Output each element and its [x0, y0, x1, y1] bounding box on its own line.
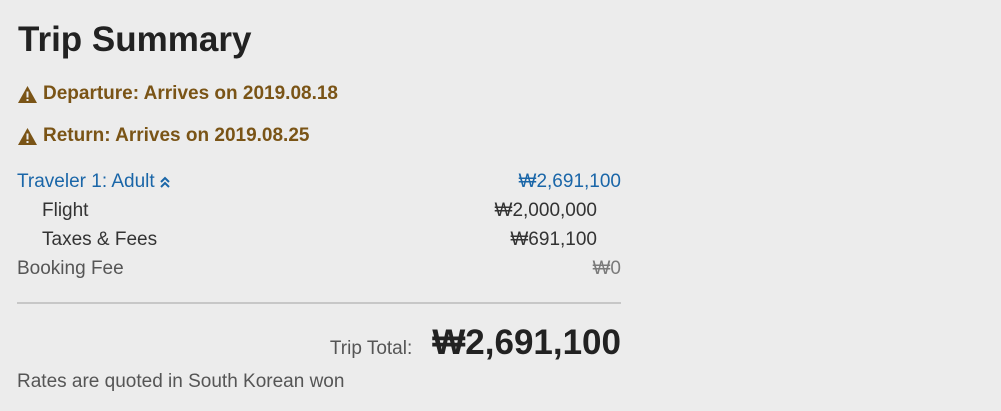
chevron-double-up-icon[interactable] [159, 175, 171, 189]
line-item-amount: ₩2,000,000 [494, 200, 597, 221]
booking-fee-label: Booking Fee [17, 258, 124, 279]
booking-fee-row: Booking Fee ₩0 [17, 257, 621, 281]
departure-notice: Departure: Arrives on 2019.08.18 [17, 82, 338, 106]
traveler-row[interactable]: Traveler 1: Adult ₩2,691,100 [17, 170, 621, 194]
departure-notice-text: Departure: Arrives on 2019.08.18 [43, 83, 339, 104]
return-notice: Return: Arrives on 2019.08.25 [17, 124, 309, 148]
return-notice-text: Return: Arrives on 2019.08.25 [43, 125, 310, 146]
traveler-label: Traveler 1: Adult [17, 171, 155, 192]
traveler-amount: ₩2,691,100 [518, 171, 621, 192]
line-item-taxes: Taxes & Fees ₩691,100 [42, 228, 597, 252]
trip-total-amount: ₩2,691,100 [432, 323, 621, 362]
trip-total-label: Trip Total: [329, 338, 413, 359]
page-title: Trip Summary [18, 20, 252, 59]
line-item-flight: Flight ₩2,000,000 [42, 199, 597, 223]
currency-note: Rates are quoted in South Korean won [17, 371, 345, 392]
line-item-label: Taxes & Fees [42, 229, 158, 250]
trip-summary-panel: Trip Summary Departure: Arrives on 2019.… [0, 0, 1001, 411]
line-item-amount: ₩691,100 [510, 229, 597, 250]
booking-fee-amount: ₩0 [592, 258, 622, 279]
trip-total: Trip Total: ₩2,691,100 [17, 322, 621, 364]
warning-icon [18, 85, 37, 103]
warning-icon [18, 127, 37, 145]
divider [17, 302, 621, 304]
traveler-toggle[interactable]: Traveler 1: Adult [17, 170, 171, 194]
line-item-label: Flight [42, 200, 89, 221]
